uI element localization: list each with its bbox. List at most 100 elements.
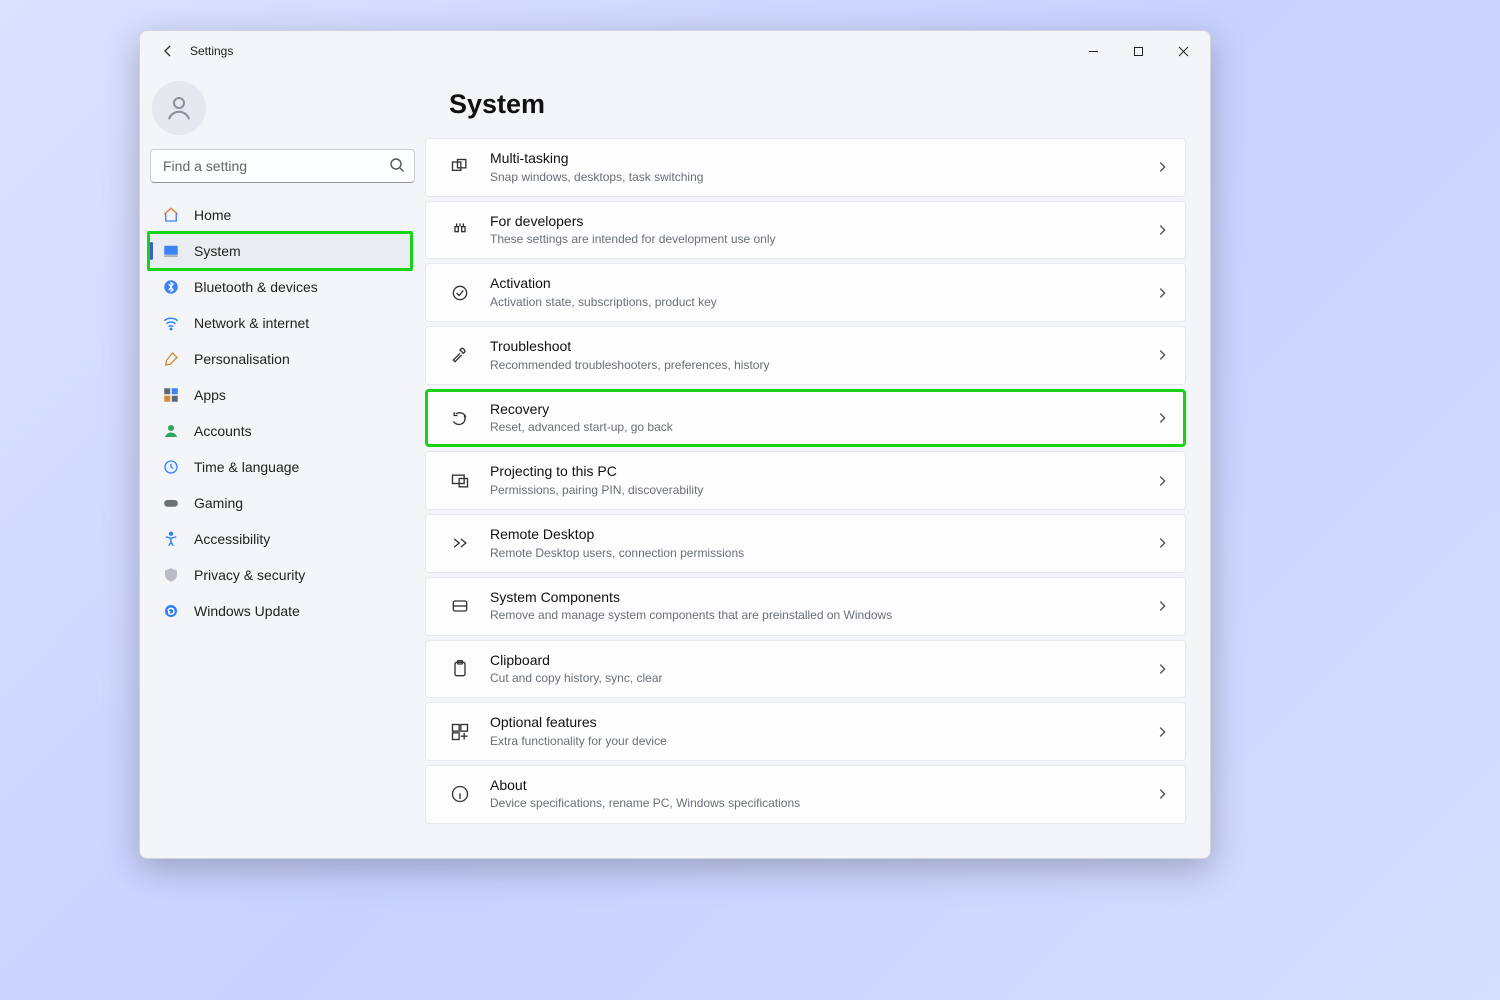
chevron-right-icon — [1155, 599, 1169, 613]
card-recovery[interactable]: RecoveryReset, advanced start-up, go bac… — [425, 389, 1186, 448]
sidebar-item-label: Time & language — [194, 459, 299, 475]
settings-card-list: Multi-taskingSnap windows, desktops, tas… — [425, 138, 1186, 824]
sidebar-item-label: Accounts — [194, 423, 252, 439]
chevron-right-icon — [1155, 160, 1169, 174]
card-activation[interactable]: ActivationActivation state, subscription… — [425, 263, 1186, 322]
accessibility-icon — [158, 530, 184, 548]
card-desc: Remove and manage system components that… — [490, 607, 892, 623]
clipboard-icon — [444, 659, 476, 679]
search-input[interactable] — [150, 149, 415, 183]
chevron-right-icon — [1155, 536, 1169, 550]
apps-icon — [158, 386, 184, 404]
sidebar-item-label: Home — [194, 207, 231, 223]
card-desc: These settings are intended for developm… — [490, 231, 776, 247]
card-title: Projecting to this PC — [490, 463, 703, 481]
card-desc: Activation state, subscriptions, product… — [490, 294, 717, 310]
card-multitasking[interactable]: Multi-taskingSnap windows, desktops, tas… — [425, 138, 1186, 197]
minimize-icon — [1088, 46, 1099, 57]
card-title: Remote Desktop — [490, 526, 744, 544]
clock-icon — [158, 458, 184, 476]
developers-icon — [444, 220, 476, 240]
highlight-box — [147, 231, 413, 271]
card-system-components[interactable]: System ComponentsRemove and manage syste… — [425, 577, 1186, 636]
card-desc: Snap windows, desktops, task switching — [490, 169, 703, 185]
sidebar-item-network[interactable]: Network & internet — [150, 305, 415, 341]
sidebar-item-apps[interactable]: Apps — [150, 377, 415, 413]
card-optional-features[interactable]: Optional featuresExtra functionality for… — [425, 702, 1186, 761]
content-area[interactable]: System Multi-taskingSnap windows, deskto… — [425, 71, 1210, 858]
card-title: About — [490, 777, 800, 795]
card-title: Recovery — [490, 401, 673, 419]
back-button[interactable] — [154, 37, 182, 65]
sidebar-item-label: Accessibility — [194, 531, 270, 547]
card-desc: Device specifications, rename PC, Window… — [490, 795, 800, 811]
sidebar-item-personalisation[interactable]: Personalisation — [150, 341, 415, 377]
bluetooth-icon — [158, 278, 184, 296]
sidebar-nav: Home System Bluetooth & devices Network … — [150, 197, 415, 629]
sidebar-item-accessibility[interactable]: Accessibility — [150, 521, 415, 557]
card-projecting[interactable]: Projecting to this PCPermissions, pairin… — [425, 451, 1186, 510]
home-icon — [158, 206, 184, 224]
chevron-right-icon — [1155, 286, 1169, 300]
maximize-icon — [1133, 46, 1144, 57]
avatar[interactable] — [152, 81, 206, 135]
card-desc: Recommended troubleshooters, preferences… — [490, 357, 769, 373]
sidebar-item-label: Gaming — [194, 495, 243, 511]
sidebar-item-gaming[interactable]: Gaming — [150, 485, 415, 521]
close-button[interactable] — [1161, 36, 1206, 66]
components-icon — [444, 596, 476, 616]
card-title: Clipboard — [490, 652, 663, 670]
arrow-left-icon — [160, 43, 176, 59]
info-icon — [444, 784, 476, 804]
chevron-right-icon — [1155, 662, 1169, 676]
paintbrush-icon — [158, 350, 184, 368]
optional-features-icon — [444, 722, 476, 742]
chevron-right-icon — [1155, 223, 1169, 237]
search-icon — [389, 157, 405, 173]
card-for-developers[interactable]: For developersThese settings are intende… — [425, 201, 1186, 260]
sidebar-item-label: Personalisation — [194, 351, 290, 367]
chevron-right-icon — [1155, 787, 1169, 801]
card-desc: Reset, advanced start-up, go back — [490, 419, 673, 435]
card-clipboard[interactable]: ClipboardCut and copy history, sync, cle… — [425, 640, 1186, 699]
sidebar: Home System Bluetooth & devices Network … — [140, 71, 425, 858]
search-wrap — [150, 149, 415, 183]
accounts-icon — [158, 422, 184, 440]
chevron-right-icon — [1155, 474, 1169, 488]
system-icon — [158, 242, 184, 260]
maximize-button[interactable] — [1116, 36, 1161, 66]
recovery-icon — [444, 408, 476, 428]
card-about[interactable]: AboutDevice specifications, rename PC, W… — [425, 765, 1186, 824]
page-title: System — [449, 89, 1186, 120]
sidebar-item-home[interactable]: Home — [150, 197, 415, 233]
sidebar-item-label: Bluetooth & devices — [194, 279, 318, 295]
card-troubleshoot[interactable]: TroubleshootRecommended troubleshooters,… — [425, 326, 1186, 385]
window-body: Home System Bluetooth & devices Network … — [140, 71, 1210, 858]
card-desc: Remote Desktop users, connection permiss… — [490, 545, 744, 561]
update-icon — [158, 602, 184, 620]
sidebar-item-bluetooth[interactable]: Bluetooth & devices — [150, 269, 415, 305]
sidebar-item-accounts[interactable]: Accounts — [150, 413, 415, 449]
sidebar-item-label: Apps — [194, 387, 226, 403]
window-title: Settings — [190, 44, 233, 58]
sidebar-item-label: Network & internet — [194, 315, 309, 331]
titlebar: Settings — [140, 31, 1210, 71]
sidebar-item-system[interactable]: System — [150, 233, 415, 269]
wifi-icon — [158, 314, 184, 332]
sidebar-item-time-language[interactable]: Time & language — [150, 449, 415, 485]
minimize-button[interactable] — [1071, 36, 1116, 66]
card-title: For developers — [490, 213, 776, 231]
projecting-icon — [444, 471, 476, 491]
card-title: Multi-tasking — [490, 150, 703, 168]
sidebar-item-label: Windows Update — [194, 603, 300, 619]
troubleshoot-icon — [444, 345, 476, 365]
card-title: Troubleshoot — [490, 338, 769, 356]
chevron-right-icon — [1155, 725, 1169, 739]
card-desc: Extra functionality for your device — [490, 733, 667, 749]
sidebar-item-windows-update[interactable]: Windows Update — [150, 593, 415, 629]
window-controls — [1071, 36, 1206, 66]
card-title: Activation — [490, 275, 717, 293]
gamepad-icon — [158, 494, 184, 512]
sidebar-item-privacy[interactable]: Privacy & security — [150, 557, 415, 593]
card-remote-desktop[interactable]: Remote DesktopRemote Desktop users, conn… — [425, 514, 1186, 573]
